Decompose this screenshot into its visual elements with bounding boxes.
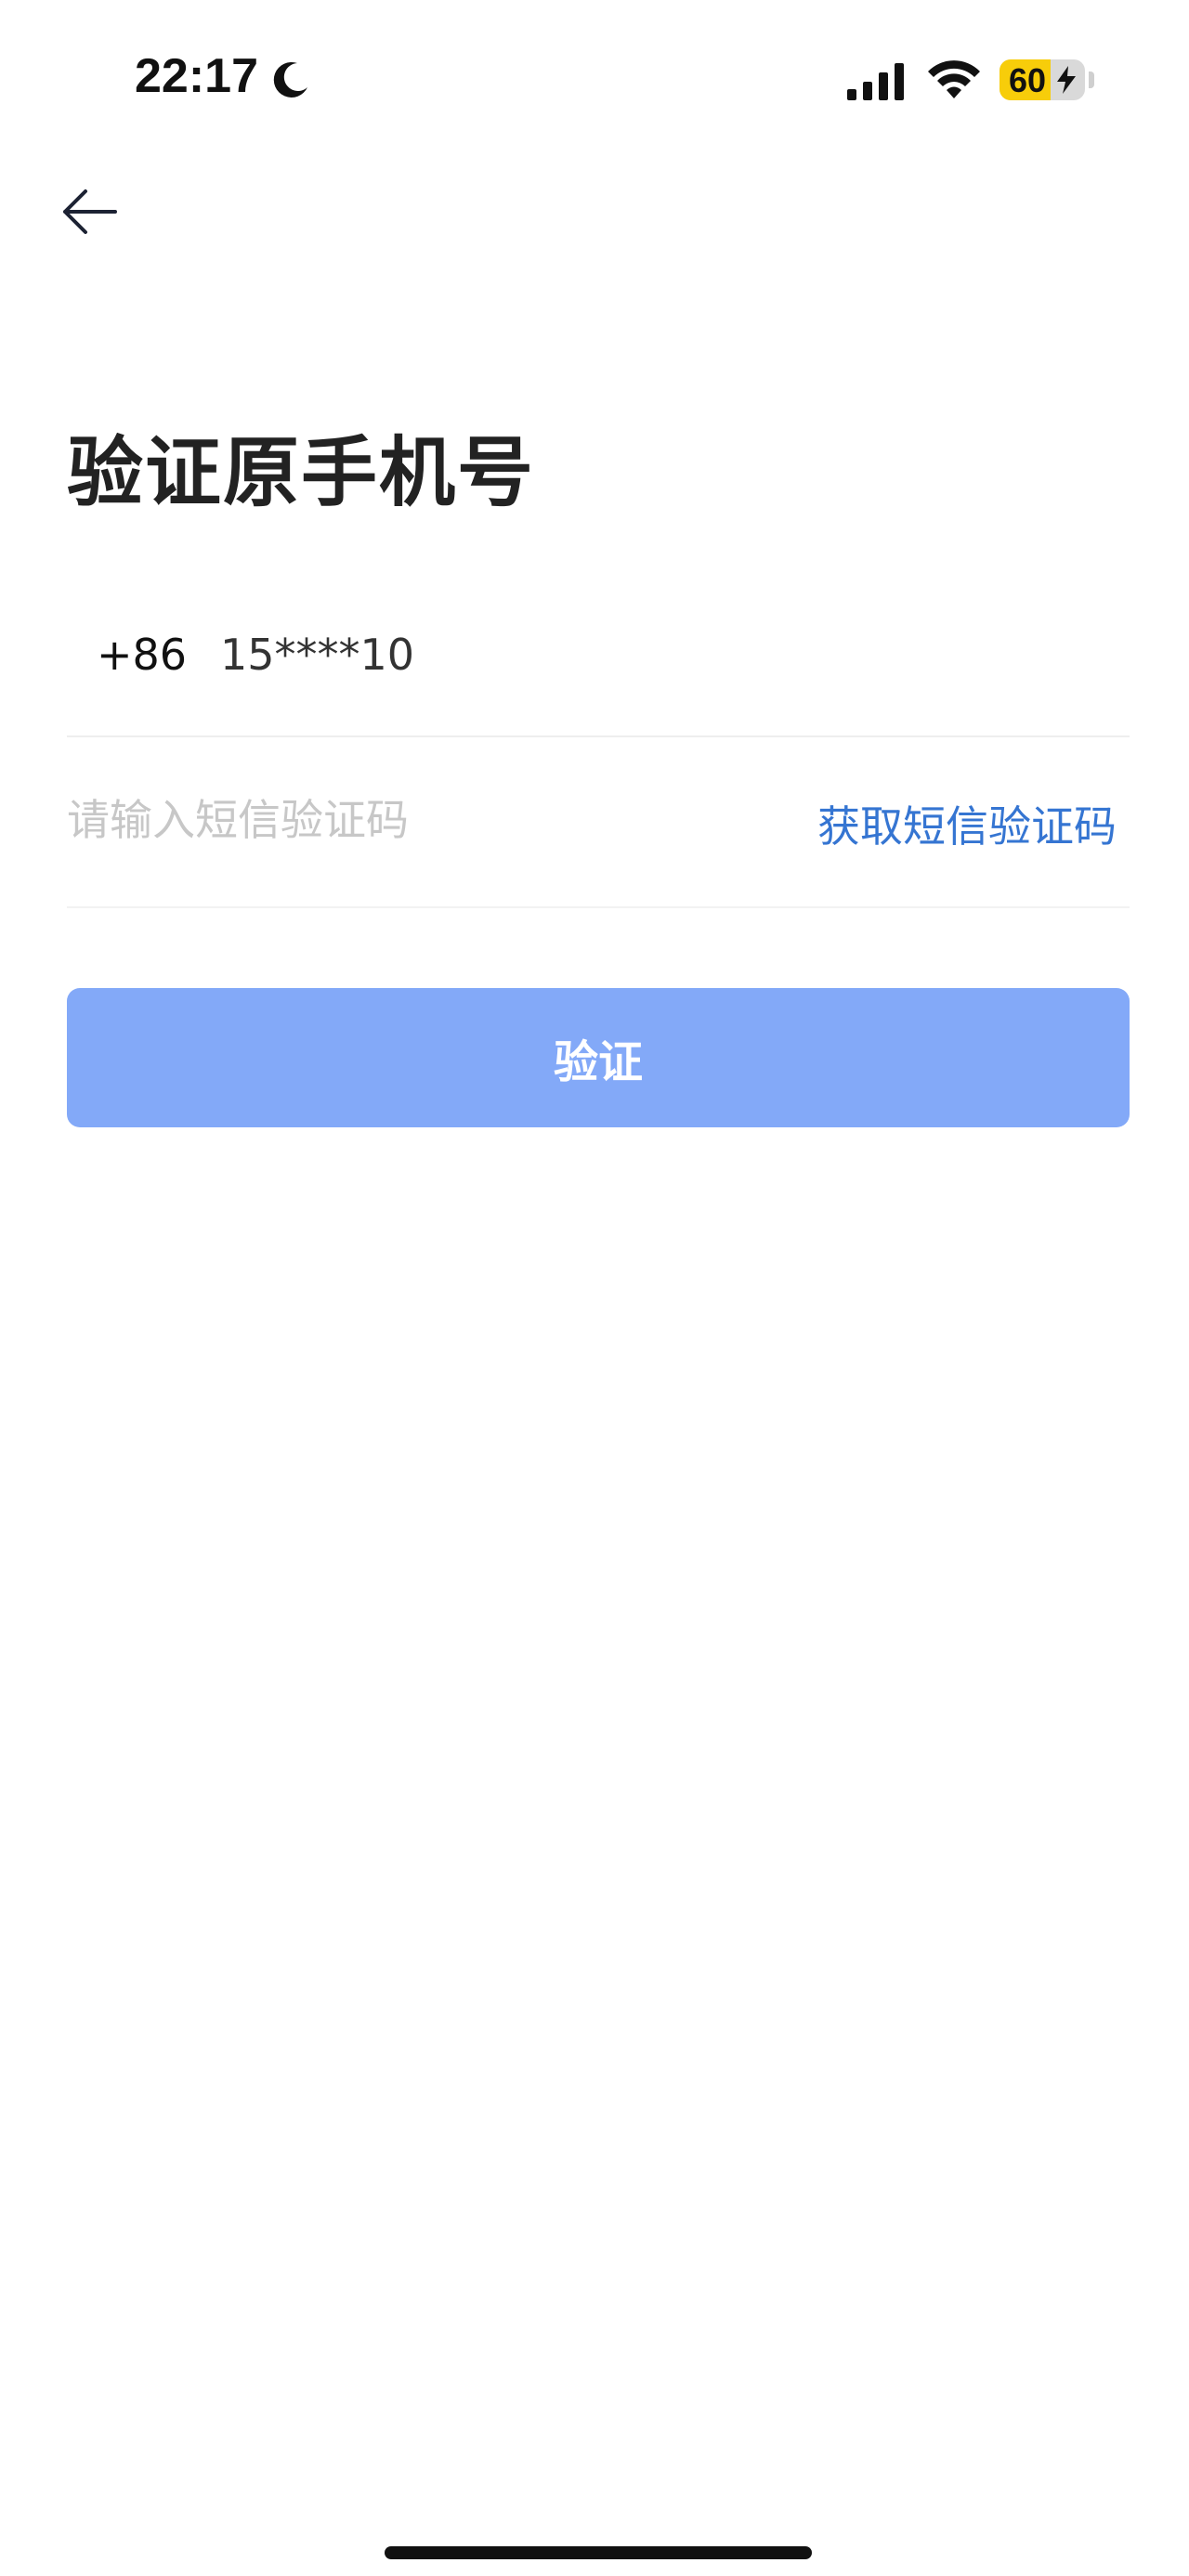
sms-code-row: 获取短信验证码 [67, 739, 1130, 908]
battery-icon: 60 [1000, 59, 1085, 100]
charging-bolt-icon [1057, 66, 1076, 94]
arrow-left-icon [63, 189, 117, 234]
country-code: +86 [97, 630, 188, 680]
home-indicator[interactable] [385, 2546, 812, 2559]
get-sms-code-button[interactable]: 获取短信验证码 [817, 793, 1117, 854]
moon-icon [273, 61, 307, 98]
signal-icon [847, 63, 904, 100]
masked-phone-number: 15****10 [220, 630, 415, 680]
sms-code-input[interactable] [67, 787, 773, 852]
back-button[interactable] [54, 176, 124, 247]
battery-tip [1089, 72, 1094, 88]
wifi-icon [928, 60, 980, 98]
page-title: 验证原手机号 [67, 429, 536, 517]
status-time: 22:17 [135, 49, 258, 103]
verify-button[interactable]: 验证 [67, 988, 1130, 1127]
phone-number-row: +86 15****10 [67, 594, 1130, 737]
battery-percent: 60 [1009, 61, 1047, 99]
